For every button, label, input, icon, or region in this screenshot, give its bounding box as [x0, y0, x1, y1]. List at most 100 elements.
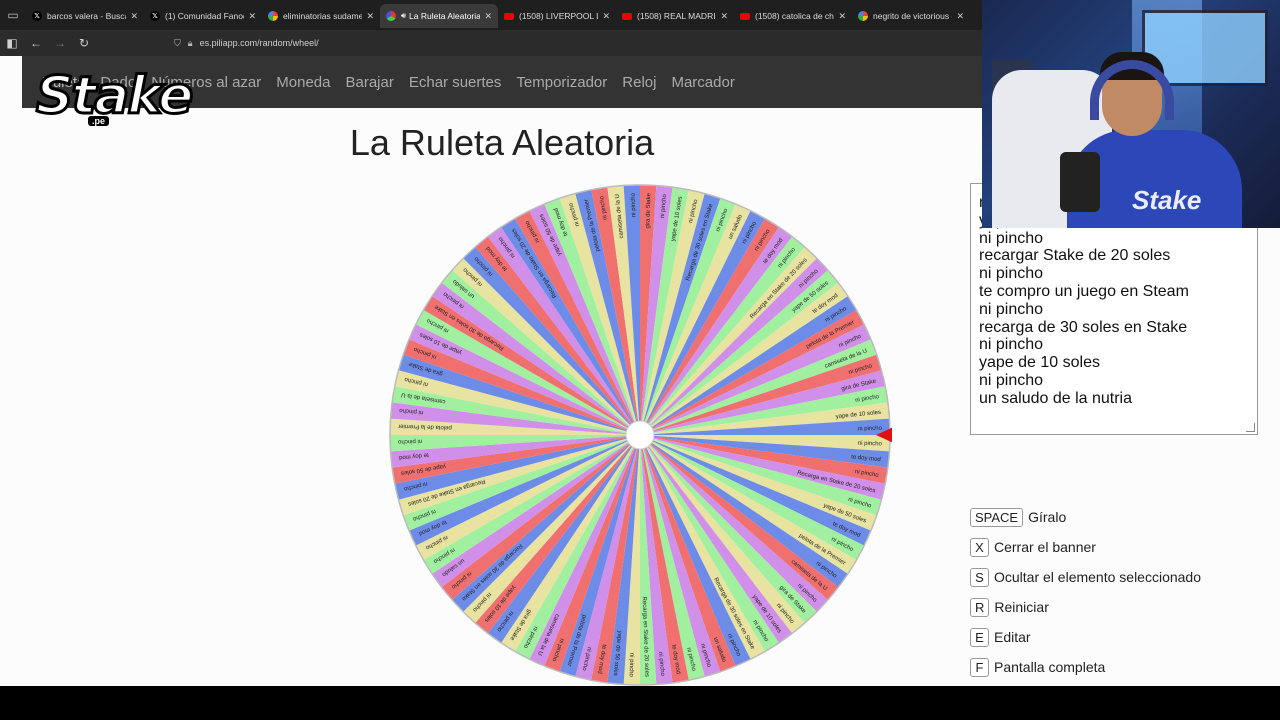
- tab-close-icon[interactable]: ✕: [720, 11, 728, 22]
- back-icon[interactable]: ←: [24, 31, 48, 55]
- tab-title: (1508) catolica de chile: [755, 11, 835, 21]
- nav-item-echar-suertes[interactable]: Echar suertes: [409, 74, 502, 91]
- wheel-segment-label: ni pincho: [397, 438, 422, 445]
- reload-icon[interactable]: ↻: [72, 31, 96, 55]
- browser-tab[interactable]: (1508) LIVERPOOL LO C ✕: [498, 4, 616, 28]
- page-title: La Ruleta Aleatoria: [349, 122, 655, 163]
- logo-word: Stake: [34, 65, 194, 128]
- browser-tab[interactable]: 𝕏barcos valera - Buscar / ✕: [26, 4, 144, 28]
- shortcut-label: Editar: [994, 629, 1031, 645]
- url-text: es.piliapp.com/random/wheel/: [199, 38, 319, 48]
- keyboard-shortcuts: SPACE Gíralo X Cerrar el banner S Ocultar el …: [970, 502, 1201, 682]
- tab-close-icon[interactable]: ✕: [484, 11, 492, 22]
- option-line: recarga de 30 soles en Stake: [979, 318, 1188, 336]
- tab-close-icon[interactable]: ✕: [956, 11, 964, 22]
- tab-title: La Ruleta Aleatoria: [409, 11, 481, 21]
- shortcut-row[interactable]: SPACE Gíralo: [970, 502, 1201, 532]
- x-icon: 𝕏: [150, 11, 160, 21]
- shortcut-row[interactable]: S Ocultar el elemento seleccionado: [970, 562, 1201, 592]
- tab-close-icon[interactable]: ✕: [838, 11, 846, 22]
- shortcut-key[interactable]: X: [970, 537, 989, 557]
- x-icon: 𝕏: [32, 11, 42, 21]
- stake-logo: Stake .pe: [34, 65, 194, 136]
- resize-handle-icon[interactable]: [1246, 423, 1255, 432]
- browser-tab[interactable]: 🔊︎ La Ruleta Aleatoria ✕: [380, 4, 498, 28]
- nav-item-reloj[interactable]: Reloj: [622, 74, 656, 91]
- tab-title: (1) Comunidad Fanodri: [165, 11, 245, 21]
- wheel-segment-label: gira de Stake: [645, 192, 652, 228]
- site-info-icon[interactable]: ⛉: [174, 38, 181, 49]
- web-page: Ruleta Dado Números al azar Moneda Baraj…: [22, 56, 982, 686]
- tab-close-icon[interactable]: ✕: [366, 11, 374, 22]
- shortcut-row[interactable]: R Reiniciar: [970, 592, 1201, 622]
- sidebar-toggle-icon[interactable]: ◧: [0, 31, 24, 55]
- tab-title: (1508) REAL MADRID C: [637, 11, 716, 21]
- browser-tab[interactable]: (1508) catolica de chile ✕: [734, 4, 852, 28]
- shortcut-key[interactable]: S: [970, 567, 989, 587]
- wheel-container[interactable]: ni pincho te doy mod ni pincho Recarga en S…: [388, 183, 900, 686]
- wheel-segment-label: ni pincho: [858, 426, 883, 433]
- tab-title: negrito de victorious -: [873, 11, 953, 21]
- youtube-icon: [740, 12, 750, 20]
- browser-tab[interactable]: (1508) REAL MADRID C ✕: [616, 4, 734, 28]
- tab-title: eliminatorias sudameri: [283, 11, 363, 21]
- roulette-wheel[interactable]: ni pinchote doy modni pinchoRecarga en S…: [388, 183, 900, 686]
- address-bar: ◧ ← → ↻ ⛉ 🔒︎ es.piliapp.com/random/wheel…: [0, 30, 982, 56]
- option-line: ni pincho: [979, 336, 1044, 354]
- tab-title: barcos valera - Buscar /: [47, 11, 126, 21]
- shortcut-label: Pantalla completa: [994, 659, 1106, 675]
- option-line: ni pincho: [979, 371, 1044, 389]
- shortcut-label: Reiniciar: [994, 599, 1049, 615]
- nav-item-moneda[interactable]: Moneda: [276, 74, 330, 91]
- nav-item-temporizador[interactable]: Temporizador: [516, 74, 607, 91]
- piliapp-icon: [386, 11, 396, 21]
- url-field[interactable]: ⛉ 🔒︎ es.piliapp.com/random/wheel/: [174, 38, 319, 49]
- google-icon: [858, 11, 868, 21]
- shortcut-key[interactable]: SPACE: [970, 507, 1024, 527]
- forward-icon[interactable]: →: [48, 31, 72, 55]
- shirt-logo-text: Stake: [1132, 185, 1202, 215]
- tab-title: (1508) LIVERPOOL LO C: [519, 11, 598, 21]
- tab-close-icon[interactable]: ✕: [248, 11, 256, 22]
- shortcut-label: Ocultar el elemento seleccionado: [994, 569, 1202, 585]
- tab-close-icon[interactable]: ✕: [130, 11, 138, 22]
- shortcut-key[interactable]: R: [970, 597, 990, 617]
- browser-tab[interactable]: 𝕏 (1) Comunidad Fanodri ✕: [144, 4, 262, 28]
- shortcut-label: Cerrar el banner: [994, 539, 1096, 555]
- browser-tab[interactable]: negrito de victorious - ✕: [852, 4, 970, 28]
- tab-search-icon[interactable]: ▭: [0, 0, 26, 30]
- option-line: ni pincho: [979, 229, 1044, 247]
- wheel-segment-label: ni pincho: [628, 653, 635, 678]
- option-line: te compro un juego en Steam: [979, 282, 1189, 300]
- speaker-icon[interactable]: 🔊︎: [401, 11, 406, 21]
- youtube-icon: [504, 12, 514, 20]
- shortcut-row[interactable]: E Editar: [970, 622, 1201, 652]
- youtube-icon: [622, 12, 632, 20]
- option-line: ni pincho: [979, 265, 1044, 283]
- lock-icon: 🔒︎: [187, 37, 193, 48]
- browser-tab-strip: ▭ 𝕏barcos valera - Buscar / ✕ 𝕏 (1) Comunid…: [0, 0, 982, 30]
- microphone-icon: [1060, 152, 1100, 212]
- shortcut-row[interactable]: F Pantalla completa: [970, 652, 1201, 682]
- webcam-overlay: Stake: [982, 0, 1280, 228]
- shortcut-key[interactable]: E: [970, 627, 989, 647]
- nav-item-marcador[interactable]: Marcador: [671, 74, 734, 91]
- wheel-hub[interactable]: [625, 420, 655, 450]
- wheel-segment-label: ni pincho: [858, 441, 883, 448]
- google-icon: [268, 11, 278, 21]
- option-line: yape de 10 soles: [979, 354, 1100, 372]
- shortcut-label: Gíralo: [1028, 509, 1067, 525]
- option-line: ni pincho: [979, 300, 1044, 318]
- logo-suffix: .pe: [88, 116, 110, 126]
- option-line: un saludo de la nutria: [979, 389, 1132, 407]
- tab-close-icon[interactable]: ✕: [602, 11, 610, 22]
- browser-tab[interactable]: eliminatorias sudameri ✕: [262, 4, 380, 28]
- nav-item-barajar[interactable]: Barajar: [345, 74, 393, 91]
- shortcut-row[interactable]: X Cerrar el banner: [970, 532, 1201, 562]
- tab-list: 𝕏barcos valera - Buscar / ✕ 𝕏 (1) Comunidad…: [26, 2, 970, 28]
- shortcut-key[interactable]: F: [970, 657, 989, 677]
- page-left-margin: [0, 56, 22, 686]
- letterbox-bottom: [0, 686, 1280, 720]
- option-line: recargar Stake de 20 soles: [979, 247, 1171, 265]
- wheel-segment-label: ni pincho: [631, 192, 638, 217]
